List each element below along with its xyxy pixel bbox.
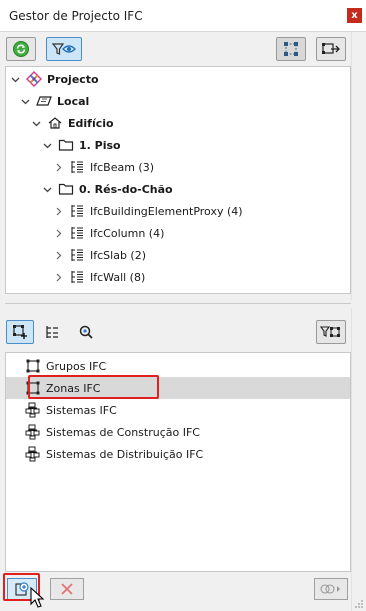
system-icon xyxy=(25,402,41,418)
tree-node-ifcbeam[interactable]: IfcBeam (3) xyxy=(53,157,154,177)
chevron-down-icon[interactable] xyxy=(31,118,41,128)
tree-label: IfcWall (8) xyxy=(90,270,146,284)
chevron-down-icon[interactable] xyxy=(42,184,52,194)
window-title: Gestor de Projecto IFC xyxy=(9,9,143,23)
delete-button[interactable] xyxy=(50,578,84,600)
list-item-sistemas-de-construcao-ifc[interactable]: Sistemas de Construção IFC xyxy=(6,421,350,443)
folder-icon xyxy=(58,181,74,197)
list-item-label: Sistemas de Distribuição IFC xyxy=(46,447,204,461)
tree-label: Edifício xyxy=(68,116,114,130)
chevron-down-icon[interactable] xyxy=(20,96,30,106)
middle-toolbar xyxy=(0,312,366,352)
assignments-list: Grupos IFC Zonas IFC Sistemas IFC Sistem… xyxy=(5,352,351,572)
tree-node-local[interactable]: Local xyxy=(20,91,89,111)
locate-element-icon xyxy=(322,43,340,54)
chevron-right-icon[interactable] xyxy=(53,228,63,238)
chevron-down-icon[interactable] xyxy=(42,140,52,150)
more-options-icon xyxy=(320,584,340,594)
tree-node-ifccolumn[interactable]: IfcColumn (4) xyxy=(53,223,164,243)
top-toolbar xyxy=(0,32,366,66)
mouse-cursor-icon xyxy=(30,587,45,608)
hierarchy-button[interactable] xyxy=(44,324,60,343)
assignments-button[interactable] xyxy=(6,320,34,344)
tree-label: IfcColumn (4) xyxy=(90,226,165,240)
tree-node-edificio[interactable]: Edifício xyxy=(31,113,114,133)
ifc-type-icon xyxy=(69,203,85,219)
splitter-line xyxy=(5,303,351,304)
chevron-right-icon[interactable] xyxy=(53,250,63,260)
chevron-down-icon[interactable] xyxy=(10,74,20,84)
tree-node-res-do-chao[interactable]: 0. Rés-do-Chão xyxy=(42,179,173,199)
tree-node-ifcbuildingelementproxy[interactable]: IfcBuildingElementProxy (4) xyxy=(53,201,243,221)
list-item-label: Sistemas IFC xyxy=(46,403,117,417)
search-button[interactable] xyxy=(78,324,94,343)
delete-icon xyxy=(61,583,73,595)
tree-label: IfcBeam (3) xyxy=(90,160,155,174)
selection-highlight xyxy=(28,375,159,399)
chevron-right-icon[interactable] xyxy=(53,206,63,216)
folder-icon xyxy=(58,137,74,153)
building-icon xyxy=(47,115,63,131)
list-item-label: Sistemas de Construção IFC xyxy=(46,425,200,439)
tree-label: Local xyxy=(57,94,90,108)
locate-element-button[interactable] xyxy=(316,37,346,61)
tree-label: IfcBuildingElementProxy (4) xyxy=(90,204,243,218)
bottom-toolbar xyxy=(0,575,366,603)
system-icon xyxy=(25,446,41,462)
refresh-button[interactable] xyxy=(6,37,36,61)
assignments-icon xyxy=(13,325,27,339)
tree-node-piso-1[interactable]: 1. Piso xyxy=(42,135,121,155)
tree-node-projecto[interactable]: Projecto xyxy=(10,69,99,89)
group-icon xyxy=(25,358,41,374)
filter-view-button[interactable] xyxy=(46,37,82,61)
panel-splitter[interactable] xyxy=(0,300,366,308)
more-options-button[interactable] xyxy=(314,578,348,600)
list-item-sistemas-ifc[interactable]: Sistemas IFC xyxy=(6,399,350,421)
close-button[interactable]: x xyxy=(347,8,362,23)
chevron-right-icon[interactable] xyxy=(53,162,63,172)
tree-node-ifcwall[interactable]: IfcWall (8) xyxy=(53,267,145,287)
list-item-sistemas-de-distribuicao-ifc[interactable]: Sistemas de Distribuição IFC xyxy=(6,443,350,465)
title-bar: Gestor de Projecto IFC x xyxy=(0,0,366,32)
project-icon xyxy=(26,71,42,87)
select-element-button[interactable] xyxy=(276,37,306,61)
chevron-right-icon[interactable] xyxy=(53,272,63,282)
list-item-label: Grupos IFC xyxy=(46,359,107,373)
tree-label: IfcSlab (2) xyxy=(90,248,147,262)
tree-label: 0. Rés-do-Chão xyxy=(79,182,173,196)
ifc-type-icon xyxy=(69,247,85,263)
filter-select-button[interactable] xyxy=(316,320,346,344)
project-tree: Projecto Local Edifício 1. Piso IfcBeam … xyxy=(5,66,351,294)
filter-select-icon xyxy=(320,326,340,337)
filter-view-icon xyxy=(51,43,76,55)
site-icon xyxy=(36,93,52,109)
search-icon xyxy=(79,325,93,339)
ifc-type-icon xyxy=(69,225,85,241)
system-icon xyxy=(25,424,41,440)
ifc-type-icon xyxy=(69,269,85,285)
tree-label: Projecto xyxy=(47,72,99,86)
refresh-icon xyxy=(13,41,29,57)
tree-node-ifcslab[interactable]: IfcSlab (2) xyxy=(53,245,146,265)
resize-grip-icon[interactable] xyxy=(354,599,364,609)
hierarchy-icon xyxy=(46,326,58,338)
ifc-type-icon xyxy=(69,159,85,175)
list-item-grupos-ifc[interactable]: Grupos IFC xyxy=(6,355,350,377)
tree-label: 1. Piso xyxy=(79,138,121,152)
select-element-icon xyxy=(284,42,298,56)
